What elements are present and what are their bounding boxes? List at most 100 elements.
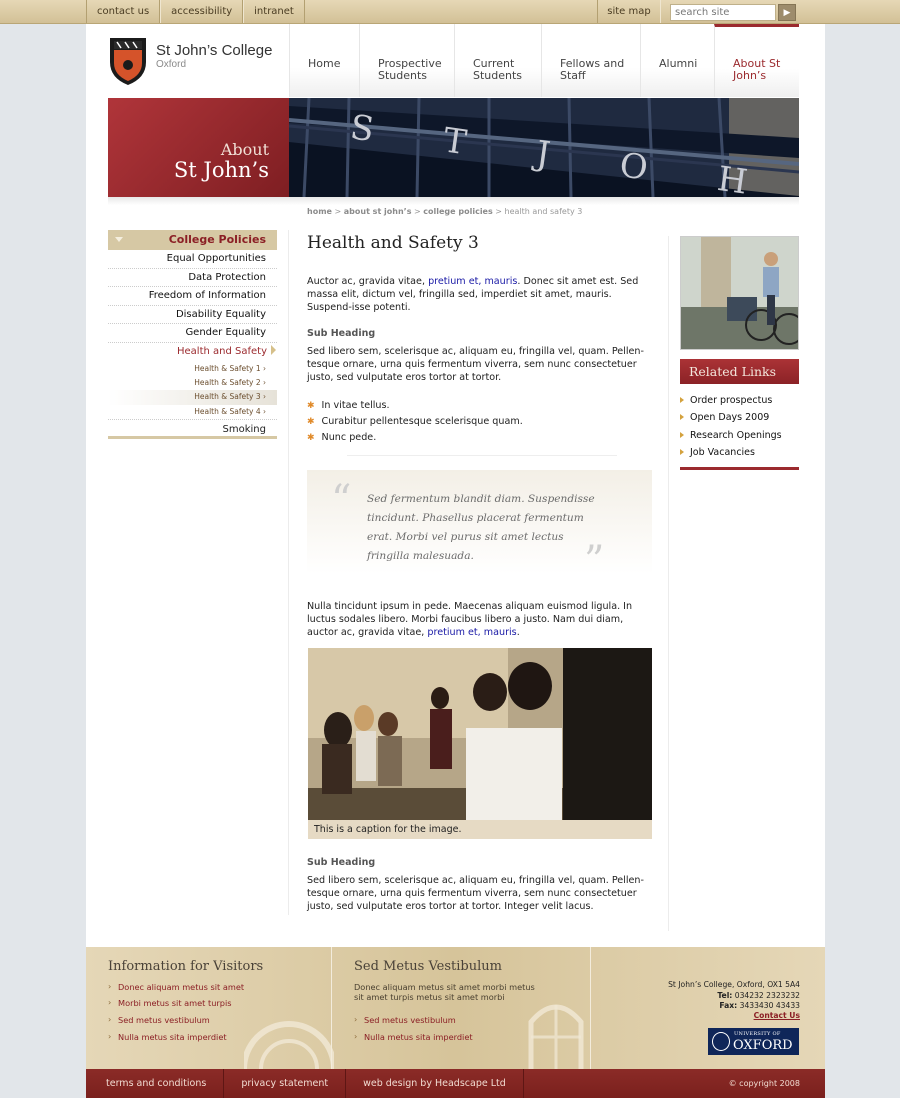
triangle-down-icon — [115, 237, 123, 242]
telephone-line: Tel: 034232 2323232 — [668, 991, 800, 1002]
sidebar-item-smoking[interactable]: Smoking — [108, 419, 277, 440]
divider — [347, 455, 617, 456]
footer-link[interactable]: Sed metus vestibulum — [108, 1014, 210, 1025]
section-banner-line2: St John’s — [173, 158, 269, 182]
gate-illustration: S T J O H N S — [289, 98, 799, 197]
nav-item-home[interactable]: Home — [289, 24, 359, 97]
footer-link[interactable]: Sed metus vestibulum — [354, 1014, 456, 1025]
college-location: Oxford — [156, 59, 187, 70]
sidebar-item-disability-equality[interactable]: Disability Equality — [108, 306, 277, 325]
footer-link[interactable]: Nulla metus sita imperdiet — [108, 1031, 227, 1042]
bullet-item: Nunc pede. — [307, 432, 377, 443]
section-banner: About St John’s — [108, 98, 289, 197]
students-illustration — [308, 648, 652, 820]
students-photo — [308, 648, 652, 820]
inline-link[interactable]: pretium et, mauris — [428, 276, 517, 287]
inline-link[interactable]: pretium et, mauris — [427, 627, 516, 638]
sidebar-nav: College Policies Equal Opportunities Dat… — [108, 230, 277, 440]
search-submit-button[interactable]: ▶ — [778, 4, 796, 21]
sidebar-item-equal-opportunities[interactable]: Equal Opportunities — [108, 250, 277, 269]
bullet-item: Curabitur pellentesque scelerisque quam. — [307, 416, 523, 427]
oxford-crest-icon — [712, 1032, 730, 1051]
site-map-link[interactable]: site map — [597, 0, 661, 23]
sidebar-item-freedom-of-information[interactable]: Freedom of Information — [108, 287, 277, 306]
related-link-job-vacancies[interactable]: Job Vacancies — [680, 444, 799, 461]
breadcrumb-policies[interactable]: college policies — [423, 207, 492, 216]
bullet-item: In vitae tellus. — [307, 400, 390, 411]
accessibility-link[interactable]: accessibility — [160, 0, 244, 23]
address-line: St John’s College, Oxford, OX1 5A4 — [668, 980, 800, 989]
text-span: Auctor ac, gravida vitae, — [307, 276, 429, 287]
related-links-footer-rule — [680, 467, 799, 471]
copyright-text: © copyright 2008 — [728, 1079, 800, 1088]
body-paragraph: Sed libero sem, scelerisque ac, aliquam … — [307, 875, 644, 912]
college-address: St John’s College, Oxford, OX1 5A4 Tel: … — [668, 980, 800, 1012]
main-nav: Home Prospective Students Current Studen… — [289, 24, 799, 97]
intranet-link[interactable]: intranet — [243, 0, 305, 23]
related-link-order-prospectus[interactable]: Order prospectus — [680, 392, 799, 409]
footer-link[interactable]: Morbi metus sit amet turpis — [108, 997, 232, 1008]
contact-us-link[interactable]: Contact Us — [754, 1011, 800, 1020]
oxford-university-logo[interactable]: UNIVERSITY OF OXFORD — [708, 1028, 799, 1055]
sidebar-subitem-hs2[interactable]: Health & Safety 2 › — [108, 376, 277, 390]
sidebar-item-gender-equality[interactable]: Gender Equality — [108, 324, 277, 343]
sub-heading: Sub Heading — [307, 328, 376, 339]
college-crest-icon[interactable] — [108, 36, 148, 86]
college-name[interactable]: St John’s College — [156, 42, 272, 59]
nav-item-fellows-and-staff[interactable]: Fellows and Staff — [541, 24, 640, 97]
sidebar-subitem-hs3[interactable]: Health & Safety 3 › — [108, 390, 277, 405]
terms-link[interactable]: terms and conditions — [86, 1069, 225, 1098]
body-paragraph: Sed libero sem, scelerisque ac, aliquam … — [307, 346, 644, 383]
related-link-open-days[interactable]: Open Days 2009 — [680, 409, 799, 426]
banner-shadow — [108, 197, 799, 205]
nav-item-alumni[interactable]: Alumni — [640, 24, 714, 97]
clock-decoration-icon — [244, 1021, 334, 1069]
sidebar-subitem-hs1[interactable]: Health & Safety 1 › — [108, 362, 277, 376]
image-caption: This is a caption for the image. — [308, 820, 652, 839]
footer-description: Donec aliquam metus sit amet morbi metus… — [354, 982, 535, 1002]
sidebar-subitem-label: Health & Safety 1 — [194, 363, 261, 373]
fax-label: Fax: — [719, 1001, 738, 1010]
sidebar-subitem-hs4[interactable]: Health & Safety 4 › — [108, 405, 277, 419]
footer-link[interactable]: Donec aliquam metus sit amet — [108, 981, 244, 992]
nav-item-current-students[interactable]: Current Students — [454, 24, 541, 97]
page-title: Health and Safety 3 — [307, 233, 479, 253]
open-quote-icon: “ — [331, 477, 352, 523]
breadcrumb: home > about st john’s > college policie… — [307, 207, 583, 216]
breadcrumb-about[interactable]: about st john’s — [344, 207, 412, 216]
web-design-credit-link[interactable]: web design by Headscape Ltd — [346, 1069, 524, 1098]
window-decoration-icon — [528, 1004, 584, 1069]
nav-item-about[interactable]: About St John’s — [714, 24, 799, 97]
cyclist-illustration — [681, 237, 798, 349]
utility-bar: contact us accessibility intranet site m… — [0, 0, 900, 24]
breadcrumb-home[interactable]: home — [307, 207, 332, 216]
tel-number: 034232 2323232 — [734, 990, 800, 1000]
body-paragraph: Nulla tincidunt ipsum in pede. Maecenas … — [307, 600, 652, 639]
page-container: St John’s College Oxford Home Prospectiv… — [86, 24, 825, 1098]
sidebar-item-data-protection[interactable]: Data Protection — [108, 269, 277, 288]
search-input[interactable]: search site — [670, 4, 776, 21]
sidebar-item-health-and-safety[interactable]: Health and Safety — [108, 343, 277, 362]
section-banner-line1: About — [220, 140, 269, 159]
utility-links: contact us accessibility intranet — [86, 0, 305, 23]
sidebar-heading[interactable]: College Policies — [108, 230, 277, 250]
footer-link[interactable]: Nulla metus sita imperdiet — [354, 1031, 473, 1042]
site-footer: Information for Visitors Donec aliquam m… — [86, 947, 825, 1069]
contact-us-link[interactable]: contact us — [86, 0, 161, 23]
right-column: Related Links Order prospectus Open Days… — [680, 236, 799, 471]
sidebar-subitem-label: Health & Safety 4 — [194, 406, 261, 416]
sidebar-subitem-label: Health & Safety 2 — [194, 377, 261, 387]
legal-bar: terms and conditions privacy statement w… — [86, 1069, 825, 1098]
oxford-logo-oxford: OXFORD — [733, 1038, 793, 1053]
gate-banner-image: S T J O H N S — [289, 98, 799, 197]
cyclist-photo — [680, 236, 799, 350]
oxford-logo-university: UNIVERSITY OF — [734, 1031, 781, 1037]
intro-paragraph: Auctor ac, gravida vitae, pretium et, ma… — [307, 275, 652, 314]
privacy-link[interactable]: privacy statement — [224, 1069, 347, 1098]
footer-vestibulum-title: Sed Metus Vestibulum — [354, 959, 502, 974]
pull-quote: “ Sed fermentum blandit diam. Suspendiss… — [307, 470, 652, 581]
fax-number: 3433430 43433 — [739, 1001, 800, 1010]
footer-divider — [331, 947, 332, 1069]
related-link-research-openings[interactable]: Research Openings — [680, 427, 799, 444]
nav-item-prospective-students[interactable]: Prospective Students — [359, 24, 454, 97]
